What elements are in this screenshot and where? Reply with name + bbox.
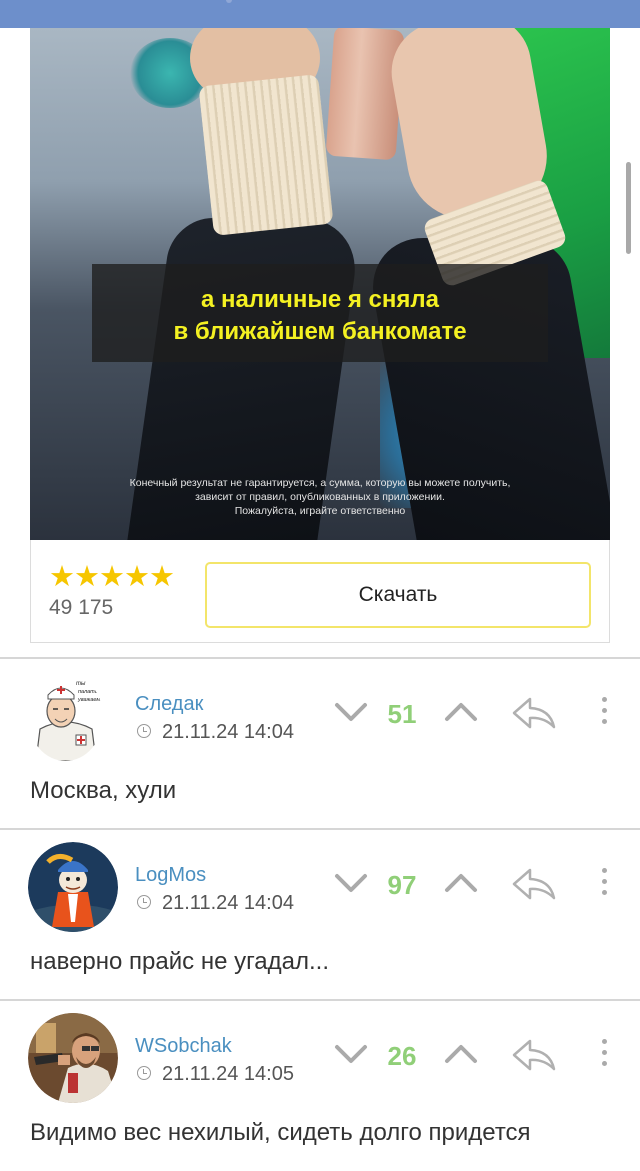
banknotes <box>325 28 405 161</box>
disclaimer-line-3: Пожалуйста, играйте ответственно <box>234 505 406 517</box>
avatar-caption-1: ты <box>76 681 86 687</box>
rating-count: 49 175 <box>49 596 114 619</box>
timestamp: 21.11.24 14:04 <box>162 721 294 743</box>
more-options-icon[interactable] <box>594 697 614 731</box>
cartoon-character-avatar-icon <box>28 842 118 932</box>
ad-footer: ★★★★★ 49 175 Скачать <box>30 540 610 643</box>
top-bar-dot <box>226 0 232 3</box>
vote-up-chevron-icon[interactable] <box>444 868 478 898</box>
clock-icon <box>137 1066 151 1080</box>
ad-banner-image[interactable]: а наличные я сняла в ближайшем банкомате… <box>30 28 610 540</box>
timestamp: 21.11.24 14:04 <box>162 892 294 914</box>
clock-icon <box>137 895 151 909</box>
reply-arrow-icon[interactable] <box>510 1035 558 1075</box>
comment-score: 51 <box>387 699 417 729</box>
vote-down-chevron-icon[interactable] <box>334 1039 368 1069</box>
vote-down-chevron-icon[interactable] <box>334 697 368 727</box>
disclaimer-line-2: зависит от правил, опубликованных в прил… <box>195 491 445 503</box>
rating-stars-icon: ★★★★★ <box>49 561 175 593</box>
scrollbar-thumb[interactable] <box>626 162 631 254</box>
timestamp: 21.11.24 14:05 <box>162 1063 294 1085</box>
disclaimer-line-1: Конечный результат не гарантируется, а с… <box>129 477 511 489</box>
vote-down-chevron-icon[interactable] <box>334 868 368 898</box>
username[interactable]: LogMos <box>135 864 206 887</box>
comment-text: Москва, хули <box>30 777 177 804</box>
ad-disclaimer: Конечный результат не гарантируется, а с… <box>70 476 570 518</box>
man-with-gun-avatar-icon <box>28 1013 118 1103</box>
vote-up-chevron-icon[interactable] <box>444 1039 478 1069</box>
top-bar <box>0 0 640 28</box>
ad-caption-line-1: а наличные я сняла <box>201 286 439 313</box>
username[interactable]: Следак <box>135 693 203 716</box>
left-knit-cuff <box>198 74 334 236</box>
reply-arrow-icon[interactable] <box>510 693 558 733</box>
reply-arrow-icon[interactable] <box>510 864 558 904</box>
vote-up-chevron-icon[interactable] <box>444 697 478 727</box>
clock-icon <box>137 724 151 738</box>
more-options-icon[interactable] <box>594 1039 614 1073</box>
comment-text: Видимо вес нехилый, сидеть долго придетс… <box>30 1119 531 1146</box>
ad-caption-line-2: в ближайшем банкомате <box>173 318 467 345</box>
download-button[interactable]: Скачать <box>205 562 591 628</box>
avatar-caption-2: палаты <box>78 689 99 695</box>
comment-item: WSobchak 21.11.24 14:05 26 Видимо вес не… <box>0 1001 640 1171</box>
comment-item: LogMos 21.11.24 14:04 97 наверно прайс н… <box>0 830 640 1000</box>
avatar[interactable]: ты палаты уважаем. <box>28 673 103 761</box>
username[interactable]: WSobchak <box>135 1035 232 1058</box>
comment-item: ты палаты уважаем. Следак 21.11.24 14:04… <box>0 659 640 829</box>
comment-score: 26 <box>387 1041 417 1071</box>
comment-score: 97 <box>387 870 417 900</box>
more-options-icon[interactable] <box>594 868 614 902</box>
comment-text: наверно прайс не угадал... <box>30 948 330 975</box>
avatar[interactable] <box>28 1013 118 1103</box>
doctor-cartoon-avatar-icon: ты палаты уважаем. <box>28 673 103 761</box>
avatar[interactable] <box>28 842 118 932</box>
avatar-caption-3: уважаем. <box>77 697 102 703</box>
